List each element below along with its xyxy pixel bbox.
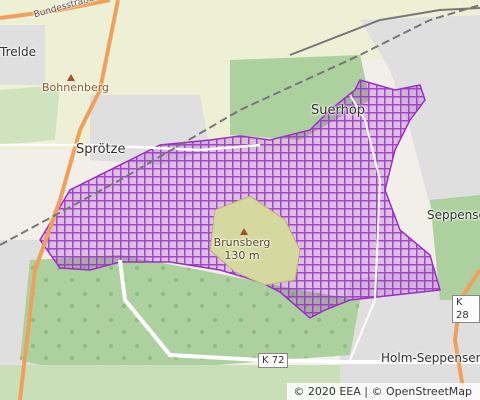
label-sproetze: Sprötze (76, 142, 126, 157)
label-bohnenberg: Bohnenberg (42, 81, 110, 94)
label-suerhop: Suerhop (311, 103, 366, 118)
road-shield-k72: K 72 (258, 353, 289, 368)
peak-icon-bohnenberg (67, 74, 75, 81)
map-layers (0, 0, 480, 400)
label-brunsberg: Brunsberg 130 m (212, 236, 272, 262)
map-attribution[interactable]: © 2020 EEA | © OpenStreetMap (287, 383, 480, 400)
peak-elevation: 130 m (224, 249, 260, 262)
road-shield-k28: K 28 (452, 295, 480, 323)
label-trelde: Trelde (0, 45, 36, 59)
label-seppensen: Seppensen (427, 208, 480, 222)
map-canvas[interactable]: Bundesstraße Trelde Bohnenberg Sprötze S… (0, 0, 480, 400)
forest-nw (0, 85, 60, 145)
label-holm-seppensen: Holm-Seppensen (381, 351, 480, 365)
peak-name: Brunsberg (213, 236, 271, 249)
peak-icon-brunsberg (240, 228, 248, 235)
